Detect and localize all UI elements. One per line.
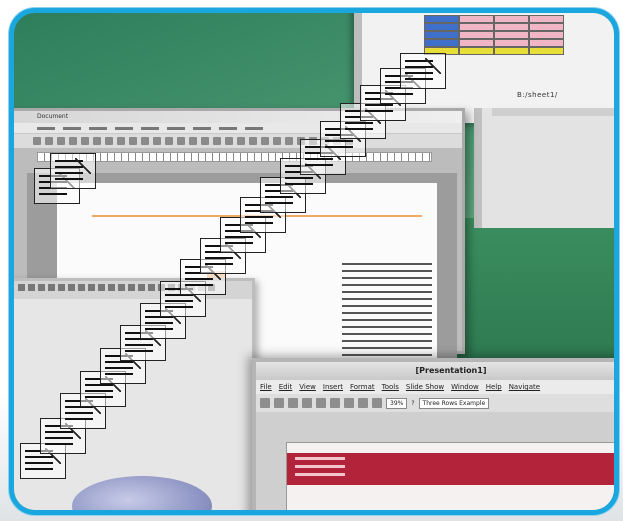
screenshot-frame: B:/sheet1/ Document [Presentation1] File… xyxy=(9,8,619,515)
chart-window[interactable] xyxy=(14,278,255,510)
document-toolbar[interactable] xyxy=(14,133,462,148)
chart-window-toolbar[interactable] xyxy=(14,281,252,299)
spreadsheet-window[interactable]: B:/sheet1/ xyxy=(354,13,614,123)
desktop-background-right xyxy=(449,218,614,358)
open-folder-icon[interactable] xyxy=(274,398,284,408)
pie-chart-graphic xyxy=(72,476,212,510)
save-icon[interactable] xyxy=(288,398,298,408)
edit-icon[interactable] xyxy=(302,398,312,408)
menu-slide-show[interactable]: Slide Show xyxy=(406,383,444,391)
redo-icon[interactable] xyxy=(358,398,368,408)
menu-help[interactable]: Help xyxy=(486,383,502,391)
menu-window[interactable]: Window xyxy=(451,383,479,391)
heading-rule xyxy=(92,215,422,217)
cut-icon[interactable] xyxy=(330,398,340,408)
menu-navigate[interactable]: Navigate xyxy=(509,383,540,391)
print-icon[interactable] xyxy=(316,398,326,408)
menu-insert[interactable]: Insert xyxy=(323,383,343,391)
presentation-title: [Presentation1] xyxy=(256,362,614,380)
background-window[interactable] xyxy=(474,108,614,228)
slide-canvas[interactable] xyxy=(286,442,614,510)
presentation-toolbar[interactable]: 39% ? Three Rows Example xyxy=(256,394,614,412)
scene: B:/sheet1/ Document [Presentation1] File… xyxy=(0,0,623,521)
spreadsheet-path: B:/sheet1/ xyxy=(517,91,558,99)
help-button[interactable]: ? xyxy=(411,400,414,407)
document-ruler xyxy=(37,152,432,162)
undo-icon[interactable] xyxy=(344,398,354,408)
background-window-bar xyxy=(492,108,614,116)
menu-file[interactable]: File xyxy=(260,383,272,391)
new-document-icon[interactable] xyxy=(260,398,270,408)
zoom-icon[interactable] xyxy=(372,398,382,408)
document-titlebar: Document xyxy=(14,111,462,123)
menu-format[interactable]: Format xyxy=(350,383,375,391)
menu-view[interactable]: View xyxy=(299,383,316,391)
spreadsheet-grid xyxy=(424,15,564,59)
slide-table-rows xyxy=(295,457,345,481)
slide-layout-select[interactable]: Three Rows Example xyxy=(418,397,490,409)
presentation-menubar[interactable]: File Edit View Insert Format Tools Slide… xyxy=(256,380,614,394)
zoom-select[interactable]: 39% xyxy=(386,397,408,409)
menu-tools[interactable]: Tools xyxy=(382,383,399,391)
presentation-window[interactable]: [Presentation1] File Edit View Insert Fo… xyxy=(252,358,614,510)
document-text-column xyxy=(342,263,432,361)
document-menubar[interactable] xyxy=(14,123,462,133)
menu-edit[interactable]: Edit xyxy=(279,383,293,391)
